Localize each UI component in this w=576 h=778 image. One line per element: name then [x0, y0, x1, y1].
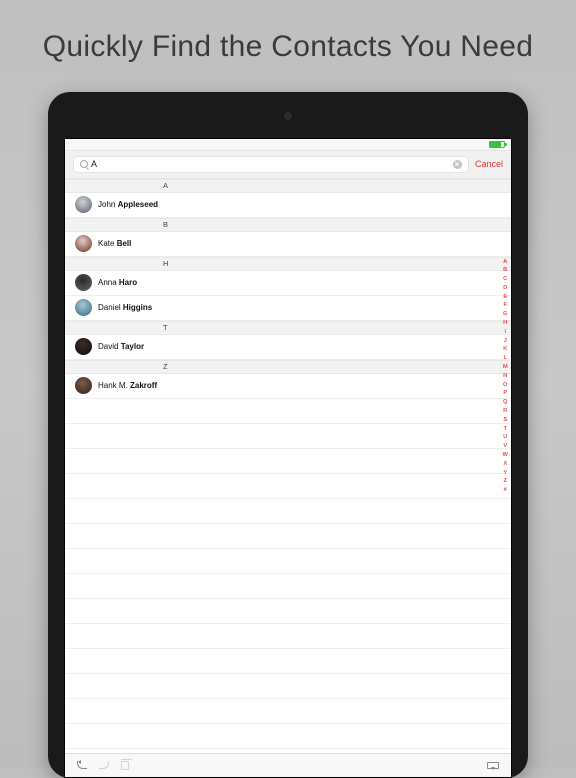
contact-name: Hank M. Zakroff [98, 381, 157, 390]
index-letter[interactable]: U [503, 434, 507, 440]
index-letter[interactable]: Z [503, 478, 507, 484]
index-letter[interactable]: J [504, 338, 507, 344]
index-letter[interactable]: R [503, 408, 507, 414]
index-letter[interactable]: X [503, 461, 507, 467]
section-header: A [65, 179, 511, 193]
contacts-list[interactable]: A John Appleseed B Kate Bell H Anna Haro Danie… [65, 179, 511, 753]
list-item [65, 449, 511, 474]
index-letter[interactable]: D [503, 285, 507, 291]
search-input[interactable]: A [91, 159, 450, 169]
battery-icon [489, 141, 505, 148]
contact-row[interactable]: Anna Haro [65, 271, 511, 296]
list-item [65, 399, 511, 424]
list-item [65, 499, 511, 524]
screen: A Cancel A John Appleseed B Kate Bell H Anna … [64, 138, 512, 778]
contact-name: John Appleseed [98, 200, 158, 209]
index-letter[interactable]: M [503, 364, 508, 370]
search-bar: A Cancel [65, 151, 511, 179]
ipad-device-frame: A Cancel A John Appleseed B Kate Bell H Anna … [48, 92, 528, 778]
section-header: Z [65, 360, 511, 374]
trash-icon [121, 761, 129, 770]
list-item [65, 724, 511, 749]
hide-keyboard-icon[interactable] [487, 762, 499, 769]
index-letter[interactable]: T [503, 426, 507, 432]
contact-name: Daniel Higgins [98, 303, 152, 312]
avatar [75, 299, 92, 316]
clear-icon[interactable] [453, 160, 462, 169]
index-letter[interactable]: O [503, 382, 508, 388]
index-letter[interactable]: I [504, 329, 506, 335]
contact-row[interactable]: David Taylor [65, 335, 511, 360]
index-letter[interactable]: G [503, 311, 508, 317]
index-letter[interactable]: H [503, 320, 507, 326]
contact-name: Kate Bell [98, 239, 131, 248]
index-letter[interactable]: K [503, 346, 507, 352]
bottom-toolbar [65, 753, 511, 777]
cancel-button[interactable]: Cancel [475, 159, 503, 169]
list-item [65, 599, 511, 624]
section-header: T [65, 321, 511, 335]
list-item [65, 749, 511, 753]
index-letter[interactable]: V [503, 443, 507, 449]
section-header: B [65, 218, 511, 232]
contact-name: David Taylor [98, 342, 144, 351]
section-header: H [65, 257, 511, 271]
search-field[interactable]: A [73, 156, 469, 173]
status-bar [65, 139, 511, 151]
index-letter[interactable]: E [503, 294, 507, 300]
index-letter[interactable]: B [503, 267, 507, 273]
index-letter[interactable]: P [503, 390, 507, 396]
avatar [75, 338, 92, 355]
index-letter[interactable]: Q [503, 399, 508, 405]
contact-row[interactable]: Daniel Higgins [65, 296, 511, 321]
alpha-index-strip[interactable]: ABCDEFGHIJKLMNOPQRSTUVWXYZ # [503, 259, 508, 494]
search-icon [80, 160, 88, 168]
index-letter[interactable]: F [503, 302, 507, 308]
list-item [65, 524, 511, 549]
index-letter[interactable]: A [503, 259, 507, 265]
contact-row[interactable]: Hank M. Zakroff [65, 374, 511, 399]
contact-row[interactable]: John Appleseed [65, 193, 511, 218]
avatar [75, 196, 92, 213]
list-item [65, 699, 511, 724]
index-letter[interactable]: Y [503, 470, 507, 476]
index-letter[interactable]: N [503, 373, 507, 379]
list-item [65, 649, 511, 674]
marketing-headline: Quickly Find the Contacts You Need [43, 28, 533, 66]
index-letter[interactable]: W [503, 452, 508, 458]
list-item [65, 574, 511, 599]
contact-name: Anna Haro [98, 278, 137, 287]
index-letter[interactable]: S [503, 417, 507, 423]
index-letter[interactable]: L [503, 355, 507, 361]
list-item [65, 549, 511, 574]
list-item [65, 424, 511, 449]
index-letter[interactable]: C [503, 276, 507, 282]
avatar [75, 274, 92, 291]
list-item [65, 674, 511, 699]
list-item [65, 474, 511, 499]
avatar [75, 377, 92, 394]
avatar [75, 235, 92, 252]
contact-row[interactable]: Kate Bell [65, 232, 511, 257]
index-letter[interactable]: # [504, 487, 507, 493]
empty-rows [65, 399, 511, 753]
list-item [65, 624, 511, 649]
